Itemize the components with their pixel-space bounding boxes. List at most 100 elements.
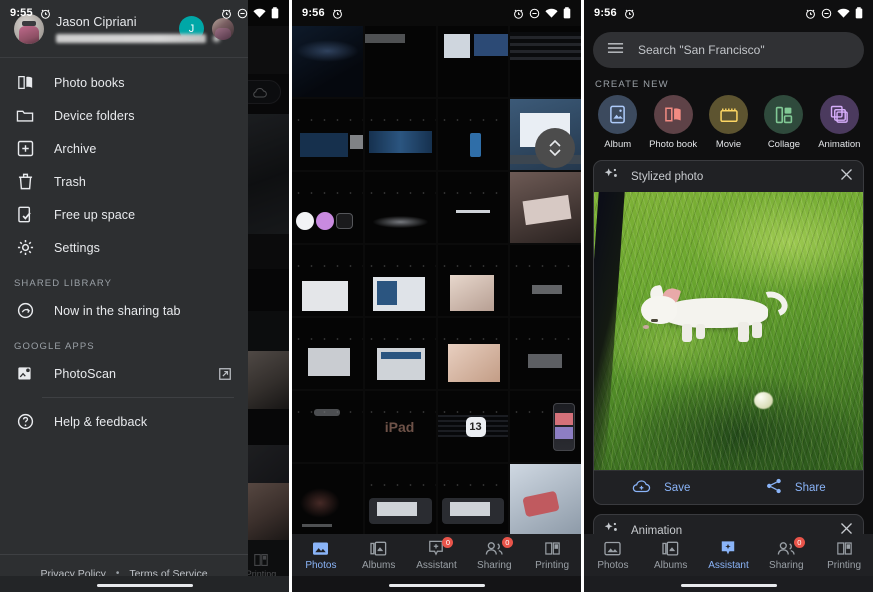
photo-thumbnail[interactable] (292, 172, 363, 243)
search-input[interactable]: Search "San Francisco" (638, 43, 765, 57)
photo-thumbnail[interactable] (437, 99, 509, 170)
photo-thumbnail[interactable] (510, 464, 581, 535)
scroll-date-handle[interactable] (535, 128, 575, 168)
gesture-home-bar[interactable] (96, 583, 193, 587)
sidebar-item-archive[interactable]: Archive (0, 132, 248, 165)
close-icon[interactable] (840, 168, 853, 186)
sidebar-item-label: Settings (54, 240, 100, 255)
alarm-icon (40, 8, 51, 19)
tab-assistant[interactable]: Assistant (700, 540, 758, 571)
sidebar-item-photoscan[interactable]: PhotoScan (0, 357, 248, 390)
create-collage-button[interactable]: Collage (756, 95, 811, 150)
photo-thumbnail[interactable] (364, 99, 436, 170)
kitten-leg (682, 324, 692, 342)
kitten-subject (638, 284, 792, 342)
photo-thumbnail[interactable] (292, 245, 363, 316)
create-movie-button[interactable]: Movie (701, 95, 756, 150)
sidebar-item-help-and-feedback[interactable]: Help & feedback (0, 405, 248, 438)
help-icon (14, 411, 36, 433)
book-icon (14, 72, 36, 94)
gesture-home-bar[interactable] (680, 583, 777, 587)
sidebar-item-trash[interactable]: Trash (0, 165, 248, 198)
tab-albums[interactable]: Albums (350, 540, 408, 571)
sidebar-item-settings[interactable]: Settings (0, 231, 248, 264)
divider (42, 397, 234, 398)
sparkle-icon (604, 167, 619, 187)
kitten-leg (738, 322, 749, 342)
photo-thumbnail[interactable] (364, 245, 436, 316)
photo-thumbnail[interactable] (510, 26, 581, 97)
photo-thumbnail[interactable] (437, 318, 509, 389)
sidebar-item-label: Now in the sharing tab (54, 303, 181, 318)
photo-thumbnail[interactable] (437, 464, 509, 535)
photo-thumbnail[interactable] (292, 391, 363, 462)
assistant-card-stylized-photo: Stylized photo Save Share (593, 160, 864, 505)
action-label: Share (794, 481, 826, 494)
sidebar-item-free-up-space[interactable]: Free up space (0, 198, 248, 231)
search-bar[interactable]: Search "San Francisco" (593, 32, 864, 68)
photo-thumbnail[interactable] (510, 318, 581, 389)
photo-thumbnail[interactable] (364, 26, 436, 97)
create-item-label: Photo book (649, 139, 698, 150)
tab-label: Assistant (416, 559, 457, 571)
photo-thumbnail[interactable] (510, 245, 581, 316)
photo-thumbnail[interactable] (292, 26, 363, 97)
create-item-label: Animation (818, 139, 861, 150)
photos-icon (604, 540, 622, 557)
status-icons (513, 7, 571, 19)
tab-printing[interactable]: Printing (523, 540, 581, 571)
photo-thumbnail[interactable] (510, 172, 581, 243)
photo-thumbnail[interactable] (292, 464, 363, 535)
tab-albums[interactable]: Albums (642, 540, 700, 571)
alarm-icon (332, 8, 343, 19)
tab-printing[interactable]: Printing (815, 540, 873, 571)
sharing-icon: 0 (777, 536, 805, 557)
sidebar-item-label: Free up space (54, 207, 136, 222)
photo-thumbnail[interactable] (510, 391, 581, 462)
create-new-label: CREATE NEW (595, 79, 669, 90)
photo-thumbnail[interactable] (437, 172, 509, 243)
tab-assistant[interactable]: 0 Assistant (408, 536, 466, 571)
stylized-photo-image[interactable] (594, 192, 863, 470)
tab-sharing[interactable]: 0 Sharing (465, 536, 523, 571)
hamburger-icon[interactable] (607, 41, 624, 59)
photo-thumbnail[interactable] (437, 245, 509, 316)
gesture-home-bar[interactable] (388, 583, 485, 587)
tab-label: Photos (597, 559, 629, 571)
archive-icon (14, 138, 36, 160)
badge-count: 0 (442, 536, 454, 548)
create-item-label: Collage (767, 139, 801, 150)
open-external-icon[interactable] (218, 367, 232, 381)
photo-thumbnail[interactable] (292, 99, 363, 170)
screenshot-panel-assistant: 9:56 Search "San Francisco" CREATE NEW A… (584, 0, 873, 592)
photo-thumbnail[interactable] (364, 464, 436, 535)
tab-photos[interactable]: Photos (292, 540, 350, 571)
share-button[interactable]: Share (729, 478, 864, 497)
create-new-row: Album Photo book Movie Collage Animation (584, 95, 873, 150)
photo-thumbnail[interactable] (364, 318, 436, 389)
share-icon (766, 478, 782, 497)
save-button[interactable]: Save (594, 479, 729, 496)
create-animation-button[interactable]: Animation (812, 95, 867, 150)
create-photo-book-button[interactable]: Photo book (645, 95, 700, 150)
photos-icon (312, 540, 329, 557)
kitten-leg (696, 324, 705, 339)
navigation-drawer: Jason Cipriani J Photo books Device fold… (0, 0, 248, 592)
create-item-label: Album (604, 139, 632, 150)
sidebar-item-photo-books[interactable]: Photo books (0, 66, 248, 99)
ball-object (754, 392, 773, 409)
create-album-button[interactable]: Album (590, 95, 645, 150)
tab-photos[interactable]: Photos (584, 540, 642, 571)
animation-icon (819, 95, 859, 134)
trash-icon (14, 171, 36, 193)
photo-thumbnail[interactable]: iPad (364, 391, 436, 462)
status-clock: 9:56 (302, 7, 325, 19)
photo-thumbnail[interactable]: 13 (437, 391, 509, 462)
photo-thumbnail[interactable] (364, 172, 436, 243)
photo-thumbnail[interactable] (437, 26, 509, 97)
sidebar-item-device-folders[interactable]: Device folders (0, 99, 248, 132)
sidebar-item-now-in-sharing-tab[interactable]: Now in the sharing tab (0, 294, 248, 327)
photo-thumbnail[interactable] (292, 318, 363, 389)
tab-sharing[interactable]: 0 Sharing (757, 536, 815, 571)
photo-grid[interactable]: iPad 13 (292, 26, 581, 550)
